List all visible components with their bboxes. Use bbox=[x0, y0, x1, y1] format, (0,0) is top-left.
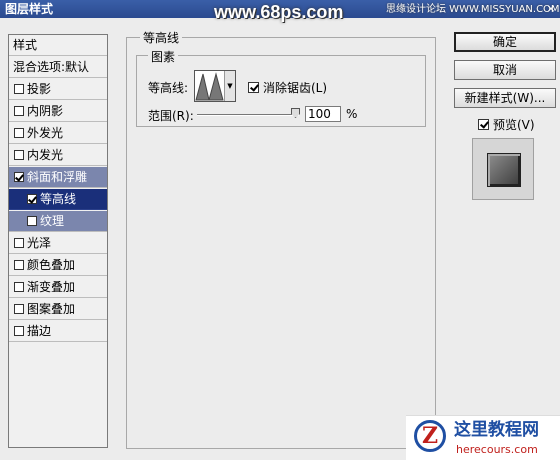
list-item-inner-glow[interactable]: 内发光 bbox=[9, 145, 107, 166]
checkbox[interactable] bbox=[14, 128, 24, 138]
logo-url: herecours.com bbox=[456, 443, 538, 456]
logo-title: 这里教程网 bbox=[454, 420, 539, 440]
checkbox[interactable] bbox=[27, 194, 37, 204]
preview-checkbox[interactable]: 预览(V) bbox=[478, 116, 535, 133]
group-title: 等高线 bbox=[140, 29, 183, 46]
list-item-stroke[interactable]: 描边 bbox=[9, 321, 107, 342]
site-logo: Z 这里教程网 herecours.com bbox=[406, 415, 560, 460]
contour-picker[interactable]: ▼ bbox=[194, 70, 236, 102]
list-item-texture[interactable]: 纹理 bbox=[9, 211, 107, 232]
checkbox[interactable] bbox=[248, 82, 259, 93]
list-item-inner-shadow[interactable]: 内阴影 bbox=[9, 101, 107, 122]
checkbox[interactable] bbox=[27, 216, 37, 226]
list-item-gradient-overlay[interactable]: 渐变叠加 bbox=[9, 277, 107, 298]
contour-curve-icon bbox=[195, 72, 224, 101]
antialias-checkbox[interactable]: 消除锯齿(L) bbox=[248, 79, 327, 96]
checkbox[interactable] bbox=[14, 84, 24, 94]
list-item-blend-options[interactable]: 混合选项:默认 bbox=[9, 57, 107, 78]
ok-button[interactable]: 确定 bbox=[454, 32, 556, 52]
checkbox[interactable] bbox=[14, 326, 24, 336]
style-list: 样式 混合选项:默认 投影 内阴影 外发光 内发光 斜面和浮雕 等高线 纹理 光… bbox=[8, 34, 108, 448]
checkbox[interactable] bbox=[14, 282, 24, 292]
close-icon[interactable]: × bbox=[544, 2, 558, 16]
layer-style-dialog: 图层样式 www.68ps.com 思缘设计论坛 WWW.MISSYUAN.CO… bbox=[0, 0, 560, 460]
range-input[interactable]: 100 bbox=[305, 106, 341, 122]
list-item-bevel-emboss[interactable]: 斜面和浮雕 bbox=[9, 167, 107, 188]
list-item-pattern-overlay[interactable]: 图案叠加 bbox=[9, 299, 107, 320]
contour-label: 等高线: bbox=[148, 81, 189, 95]
list-item-drop-shadow[interactable]: 投影 bbox=[9, 79, 107, 100]
new-style-button[interactable]: 新建样式(W)... bbox=[454, 88, 556, 108]
checkbox[interactable] bbox=[14, 106, 24, 116]
window-title: 图层样式 bbox=[5, 2, 54, 16]
list-item-satin[interactable]: 光泽 bbox=[9, 233, 107, 254]
watermark-main: www.68ps.com bbox=[214, 2, 344, 22]
chevron-down-icon[interactable]: ▼ bbox=[224, 71, 235, 101]
list-item-outer-glow[interactable]: 外发光 bbox=[9, 123, 107, 144]
subgroup-title: 图素 bbox=[148, 48, 179, 65]
title-bar[interactable]: 图层样式 www.68ps.com 思缘设计论坛 WWW.MISSYUAN.CO… bbox=[0, 0, 560, 22]
list-item-color-overlay[interactable]: 颜色叠加 bbox=[9, 255, 107, 276]
style-preview bbox=[472, 138, 534, 200]
checkbox[interactable] bbox=[14, 304, 24, 314]
range-label: 范围(R): bbox=[148, 109, 194, 123]
range-unit: % bbox=[346, 107, 358, 121]
list-header[interactable]: 样式 bbox=[9, 35, 107, 56]
checkbox[interactable] bbox=[14, 150, 24, 160]
range-slider-track[interactable] bbox=[197, 114, 299, 116]
logo-z-icon: Z bbox=[414, 420, 446, 452]
preview-swatch bbox=[487, 153, 521, 187]
checkbox[interactable] bbox=[14, 260, 24, 270]
list-item-contour[interactable]: 等高线 bbox=[9, 189, 107, 210]
cancel-button[interactable]: 取消 bbox=[454, 60, 556, 80]
watermark-right: 思缘设计论坛 WWW.MISSYUAN.COM bbox=[386, 4, 560, 15]
checkbox[interactable] bbox=[14, 172, 24, 182]
checkbox[interactable] bbox=[14, 238, 24, 248]
checkbox[interactable] bbox=[478, 119, 489, 130]
